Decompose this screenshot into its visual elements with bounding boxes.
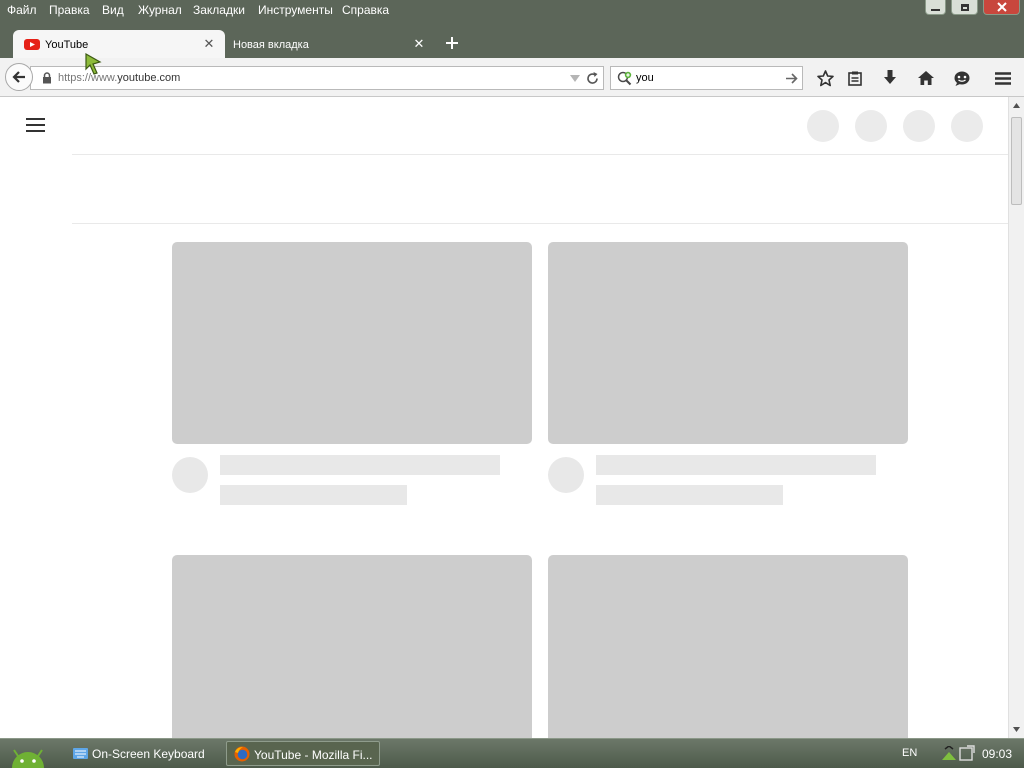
home-button[interactable] <box>915 67 937 89</box>
navigation-toolbar: https://www.youtube.com you <box>0 58 1024 97</box>
menu-file[interactable]: Файл <box>7 3 37 17</box>
page-viewport <box>0 97 1008 738</box>
address-bar[interactable]: https://www.youtube.com <box>30 66 604 90</box>
vertical-scrollbar[interactable] <box>1008 97 1024 738</box>
header-icon-placeholder <box>903 110 935 142</box>
video-thumbnail-placeholder <box>172 555 532 738</box>
close-icon <box>996 2 1007 12</box>
chips-divider <box>72 223 1008 224</box>
hamburger-menu-icon <box>995 71 1011 85</box>
menu-help[interactable]: Справка <box>342 3 389 17</box>
channel-avatar-placeholder <box>172 457 208 493</box>
youtube-favicon-icon <box>24 39 40 50</box>
taskbar-item-firefox[interactable]: YouTube - Mozilla Fi... <box>226 741 380 766</box>
menu-bar: Файл Правка Вид Журнал Закладки Инструме… <box>0 0 900 21</box>
close-window-button[interactable] <box>983 0 1020 15</box>
reading-list-button[interactable] <box>844 67 866 89</box>
system-tray-icon[interactable] <box>959 745 975 761</box>
channel-avatar-placeholder <box>548 457 584 493</box>
restore-icon <box>960 3 969 11</box>
chat-button[interactable] <box>951 67 973 89</box>
scrollbar-thumb[interactable] <box>1011 117 1022 205</box>
menu-edit[interactable]: Правка <box>49 3 90 17</box>
video-title-placeholder <box>596 455 876 475</box>
bookmark-star-button[interactable] <box>814 67 836 89</box>
guide-menu-icon[interactable] <box>26 117 46 133</box>
minimize-button[interactable] <box>925 0 946 15</box>
dropdown-icon[interactable] <box>570 75 580 82</box>
firefox-icon <box>234 746 250 762</box>
chat-icon <box>954 71 970 86</box>
menu-history[interactable]: Журнал <box>138 3 182 17</box>
reload-icon[interactable] <box>586 72 599 85</box>
mouse-cursor-icon <box>85 52 102 75</box>
minimize-icon <box>931 9 940 11</box>
close-tab-icon[interactable]: ✕ <box>412 37 426 51</box>
tab-new-tab[interactable]: Новая вкладка ✕ <box>228 30 434 58</box>
search-go-icon[interactable] <box>786 73 798 84</box>
header-icon-placeholder <box>855 110 887 142</box>
video-thumbnail-placeholder <box>172 242 532 444</box>
browser-window-chrome: Файл Правка Вид Журнал Закладки Инструме… <box>0 0 1024 97</box>
search-bar[interactable]: you <box>610 66 803 90</box>
new-tab-icon[interactable] <box>446 37 458 49</box>
language-indicator[interactable]: EN <box>902 747 917 759</box>
clock: 09:03 <box>982 747 1013 761</box>
video-title-placeholder <box>220 455 500 475</box>
scroll-up-icon[interactable] <box>1013 103 1020 108</box>
open-menu-button[interactable] <box>992 67 1014 89</box>
video-thumbnail-placeholder <box>548 555 908 738</box>
downloads-button[interactable] <box>879 67 901 89</box>
tab-title: Новая вкладка <box>233 39 309 51</box>
video-meta-placeholder <box>220 485 407 505</box>
star-icon <box>816 69 834 86</box>
network-icon[interactable] <box>941 746 957 761</box>
taskbar-item-label: YouTube - Mozilla Fi... <box>254 748 373 762</box>
lock-icon <box>43 72 51 84</box>
menu-bookmarks[interactable]: Закладки <box>193 3 245 17</box>
url-host: youtube.com <box>117 72 181 84</box>
header-divider <box>72 154 1008 155</box>
video-meta-placeholder <box>596 485 783 505</box>
download-icon <box>884 70 896 84</box>
header-icon-placeholder <box>951 110 983 142</box>
search-input[interactable]: you <box>636 72 654 84</box>
search-engine-icon <box>617 71 632 86</box>
back-button[interactable] <box>5 63 33 91</box>
start-menu-android-icon[interactable] <box>6 740 50 768</box>
restore-button[interactable] <box>951 0 978 15</box>
video-thumbnail-placeholder <box>548 242 908 444</box>
keyboard-icon <box>73 748 88 759</box>
reading-list-icon <box>848 71 862 86</box>
url-text: https://www.youtube.com <box>58 72 180 84</box>
home-icon <box>918 71 934 85</box>
taskbar: On-Screen Keyboard YouTube - Mozilla Fi.… <box>0 738 1024 768</box>
tab-title: YouTube <box>45 39 89 51</box>
taskbar-item-onscreen-keyboard[interactable]: On-Screen Keyboard <box>70 741 220 766</box>
header-icon-placeholder <box>807 110 839 142</box>
back-arrow-icon <box>12 71 25 83</box>
menu-tools[interactable]: Инструменты <box>258 3 333 17</box>
close-tab-icon[interactable]: ✕ <box>202 37 216 51</box>
tab-youtube[interactable]: YouTube ✕ <box>13 30 225 58</box>
tab-strip: YouTube ✕ Новая вкладка ✕ <box>0 28 1024 58</box>
scroll-down-icon[interactable] <box>1013 727 1020 732</box>
menu-view[interactable]: Вид <box>102 3 124 17</box>
taskbar-item-label: On-Screen Keyboard <box>92 747 205 761</box>
